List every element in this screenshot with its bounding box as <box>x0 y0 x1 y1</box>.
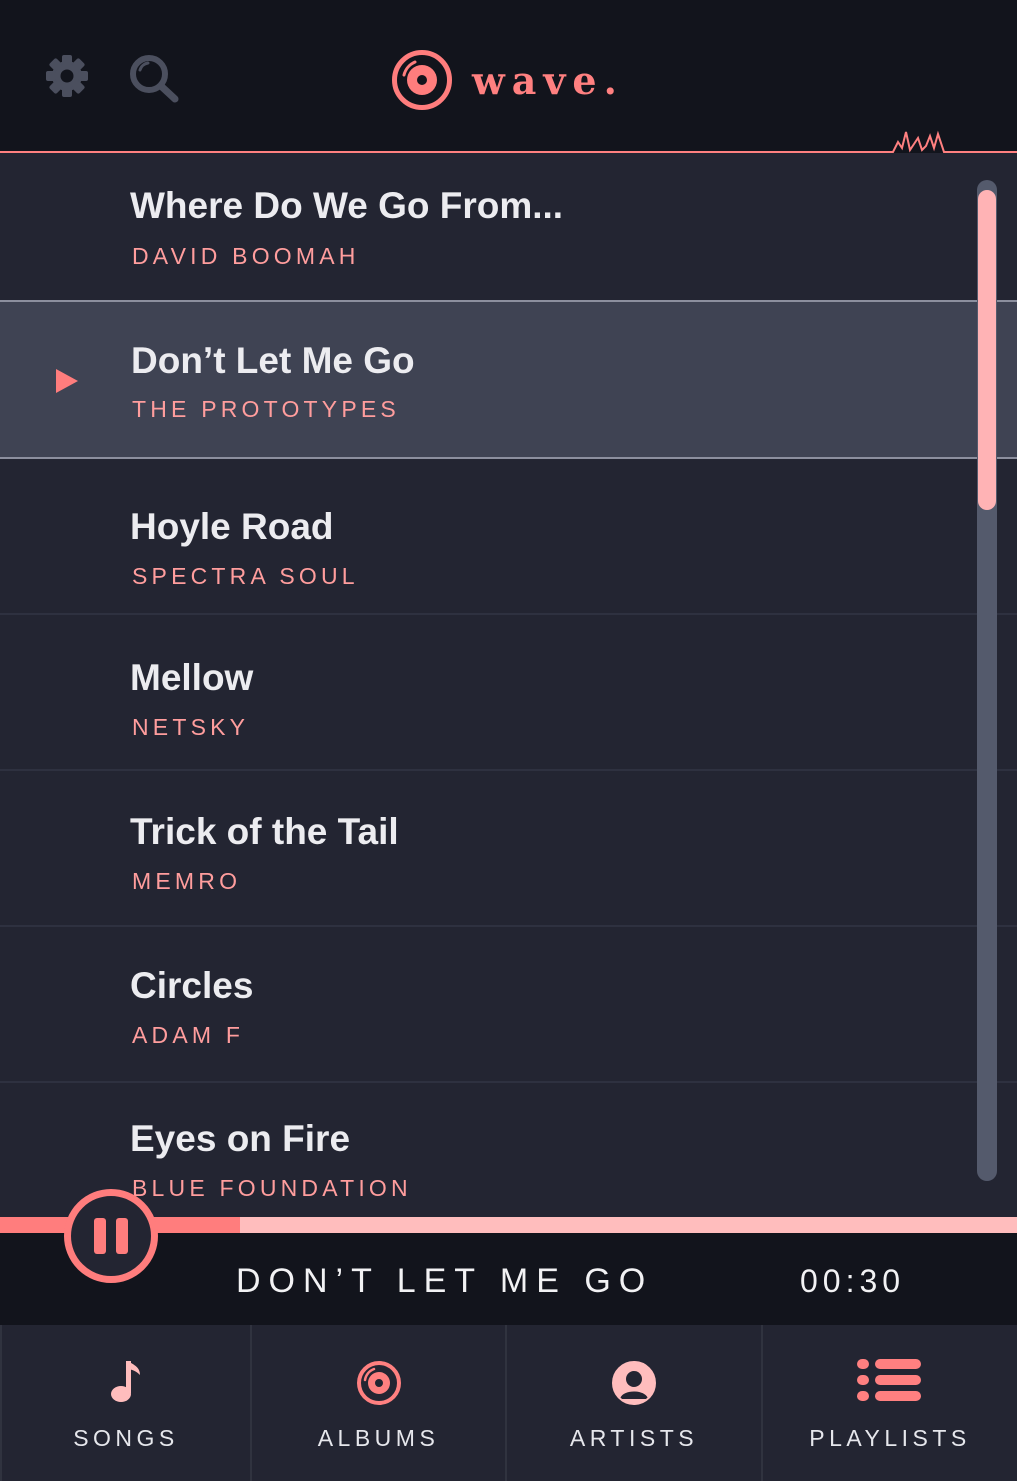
song-row[interactable]: Circles ADAM F <box>0 927 1017 1083</box>
tab-artists[interactable]: ARTISTS <box>507 1325 763 1481</box>
song-title: Don’t Let Me Go <box>131 340 415 381</box>
app-header: wave. <box>0 0 1017 153</box>
elapsed-time: 00:30 <box>800 1263 906 1299</box>
person-icon <box>612 1361 656 1405</box>
song-title: Hoyle Road <box>130 506 334 547</box>
song-row[interactable]: Where Do We Go From... DAVID BOOMAH <box>0 153 1017 302</box>
tab-label: PLAYLISTS <box>809 1425 971 1451</box>
pause-icon <box>94 1218 106 1254</box>
vinyl-disc-icon <box>392 50 452 110</box>
song-row[interactable]: Mellow NETSKY <box>0 615 1017 771</box>
song-title: Trick of the Tail <box>130 811 399 852</box>
song-artist: MEMRO <box>132 868 242 894</box>
tab-songs[interactable]: SONGS <box>0 1325 252 1481</box>
now-playing-title: DON’T LET ME GO <box>236 1262 654 1300</box>
tab-label: ALBUMS <box>317 1425 440 1451</box>
song-artist: DAVID BOOMAH <box>132 243 360 269</box>
pause-icon-bar <box>116 1218 128 1254</box>
scrollbar-thumb[interactable] <box>978 190 996 510</box>
pause-button[interactable] <box>64 1189 158 1283</box>
song-row[interactable]: Eyes on Fire BLUE FOUNDATION <box>0 1083 1017 1217</box>
song-row-playing[interactable]: Don’t Let Me Go THE PROTOTYPES <box>0 300 1017 459</box>
tab-label: ARTISTS <box>569 1425 699 1451</box>
search-icon[interactable] <box>128 53 180 103</box>
tab-playlists[interactable]: PLAYLISTS <box>763 1325 1017 1481</box>
song-artist: NETSKY <box>132 714 250 740</box>
tab-bar: SONGS ALBUMS ARTISTS PLAYLISTS <box>0 1325 1017 1481</box>
song-title: Where Do We Go From... <box>130 185 564 226</box>
now-playing-icon <box>56 369 78 393</box>
tab-label: SONGS <box>73 1425 179 1451</box>
list-icon <box>857 1359 921 1401</box>
song-title: Eyes on Fire <box>130 1118 351 1159</box>
song-row[interactable]: Hoyle Road SPECTRA SOUL <box>0 459 1017 615</box>
song-title: Mellow <box>130 657 254 698</box>
song-row[interactable]: Trick of the Tail MEMRO <box>0 771 1017 927</box>
song-artist: SPECTRA SOUL <box>132 563 359 589</box>
gear-icon[interactable] <box>44 53 90 99</box>
music-note-icon <box>111 1361 140 1402</box>
song-title: Circles <box>130 965 254 1006</box>
tab-albums[interactable]: ALBUMS <box>252 1325 507 1481</box>
song-artist: THE PROTOTYPES <box>132 396 400 422</box>
song-artist: ADAM F <box>132 1022 245 1048</box>
album-disc-icon <box>356 1361 401 1405</box>
brand-name: wave. <box>472 58 624 103</box>
song-artist: BLUE FOUNDATION <box>132 1175 412 1201</box>
song-list[interactable]: Where Do We Go From... DAVID BOOMAH Don’… <box>0 153 1017 1217</box>
